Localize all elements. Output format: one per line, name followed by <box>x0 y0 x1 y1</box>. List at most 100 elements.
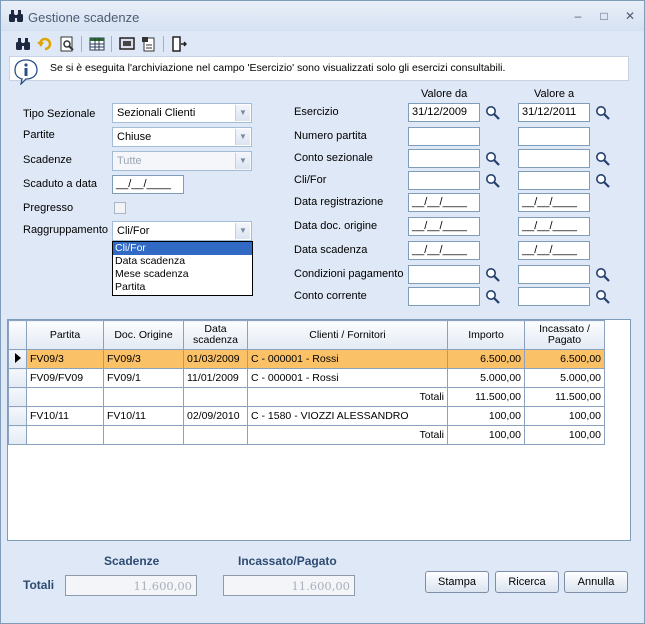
dropdown-option-data-scadenza[interactable]: Data scadenza <box>113 255 252 268</box>
range-label: Cli/For <box>294 174 327 186</box>
totali-row-label: Totali <box>247 387 448 407</box>
table-header-row: Partita Doc. Origine Data scadenza Clien… <box>8 320 605 350</box>
search-icon[interactable] <box>485 105 501 121</box>
search-icon[interactable] <box>595 267 611 283</box>
range-a-field[interactable] <box>518 265 590 284</box>
search-icon[interactable] <box>595 289 611 305</box>
column-header-doc-origine[interactable]: Doc. Origine <box>103 320 184 350</box>
search-icon[interactable] <box>485 151 501 167</box>
range-label: Data scadenza <box>294 244 368 256</box>
scadenze-grid: Partita Doc. Origine Data scadenza Clien… <box>7 319 631 541</box>
range-da-field[interactable] <box>408 171 480 190</box>
exit-button[interactable] <box>169 35 188 54</box>
column-header-data-scadenza[interactable]: Data scadenza <box>183 320 248 350</box>
raggruppamento-combo[interactable]: Cli/For ▼ <box>112 221 252 241</box>
table-icon <box>89 37 104 51</box>
partite-combo[interactable]: Chiuse ▼ <box>112 127 252 147</box>
table-row[interactable]: FV09/3 FV09/3 01/03/2009 C - 000001 - Rossi… <box>8 349 605 369</box>
dropdown-option-mese-scadenza[interactable]: Mese scadenza <box>113 268 252 281</box>
tipo-sezionale-combo[interactable]: Sezionali Clienti ▼ <box>112 103 252 123</box>
dropdown-option-partita[interactable]: Partita <box>113 281 252 294</box>
search-icon[interactable] <box>595 105 611 121</box>
range-a-field[interactable] <box>518 171 590 190</box>
range-a-field[interactable]: __/__/____ <box>518 241 590 260</box>
table-cell: FV10/11 <box>26 406 104 426</box>
totali-label: Totali <box>23 578 55 592</box>
dropdown-option-cli-for[interactable]: Cli/For <box>113 242 252 255</box>
table-cell: 100,00 <box>447 406 525 426</box>
title-bar: Gestione scadenze – □ ✕ <box>1 1 644 31</box>
chevron-down-icon[interactable]: ▼ <box>235 129 250 145</box>
ricerca-button[interactable]: Ricerca <box>495 571 559 593</box>
scadenze-total-field: 11.600,00 <box>65 575 197 596</box>
column-header-incassato-pagato[interactable]: Incassato / Pagato <box>524 320 605 350</box>
close-button[interactable]: ✕ <box>621 9 639 23</box>
table-total-row[interactable]: Totali 11.500,00 11.500,00 <box>8 387 605 407</box>
search-icon[interactable] <box>485 173 501 189</box>
range-da-field[interactable] <box>408 265 480 284</box>
range-da-field[interactable] <box>408 287 480 306</box>
undo-icon <box>36 37 51 51</box>
stampa-button[interactable]: Stampa <box>425 571 489 593</box>
search-icon[interactable] <box>595 173 611 189</box>
row-indicator[interactable] <box>8 387 27 407</box>
range-da-field[interactable]: 31/12/2009 <box>408 103 480 122</box>
table-cell: 6.500,00 <box>524 349 605 369</box>
table-total-row[interactable]: Totali 100,00 100,00 <box>8 425 605 445</box>
range-da-field[interactable]: __/__/____ <box>408 241 480 260</box>
range-label: Data registrazione <box>294 196 384 208</box>
range-a-field[interactable] <box>518 127 590 146</box>
table-row[interactable]: FV10/11 FV10/11 02/09/2010 C - 1580 - VIOZZ… <box>8 406 605 426</box>
range-label: Conto corrente <box>294 290 367 302</box>
range-label: Data doc. origine <box>294 220 378 232</box>
table-cell: FV09/1 <box>103 368 184 388</box>
range-label: Conto sezionale <box>294 152 373 164</box>
table-cell: C - 000001 - Rossi <box>247 368 448 388</box>
row-indicator[interactable] <box>8 425 27 445</box>
range-a-field[interactable]: 31/12/2011 <box>518 103 590 122</box>
pregresso-checkbox[interactable] <box>114 202 126 214</box>
row-indicator[interactable] <box>8 368 27 388</box>
range-a-field[interactable] <box>518 149 590 168</box>
range-da-field[interactable] <box>408 149 480 168</box>
total-pagato-cell: 11.500,00 <box>524 387 605 407</box>
maximize-button[interactable]: □ <box>595 9 613 23</box>
row-indicator[interactable] <box>8 406 27 426</box>
valore-a-header: Valore a <box>534 88 575 100</box>
info-message: Se si è eseguita l'archiviazione nel cam… <box>50 62 506 74</box>
row-pointer-icon[interactable] <box>8 349 27 369</box>
pagato-total-field: 11.600,00 <box>223 575 355 596</box>
table-cell <box>183 387 248 407</box>
print-preview-icon <box>60 36 74 52</box>
table-cell: FV09/3 <box>26 349 104 369</box>
column-header-clienti-fornitori[interactable]: Clienti / Fornitori <box>247 320 448 350</box>
range-a-field[interactable]: __/__/____ <box>518 217 590 236</box>
search-icon[interactable] <box>485 267 501 283</box>
scadenze-total-header: Scadenze <box>104 554 160 568</box>
scaduto-a-data-field[interactable]: __/__/____ <box>112 175 184 194</box>
chevron-down-icon[interactable]: ▼ <box>235 105 250 121</box>
screen-button[interactable] <box>117 35 136 54</box>
export-button[interactable] <box>139 35 158 54</box>
column-header-importo[interactable]: Importo <box>447 320 525 350</box>
table-cell: 02/09/2010 <box>183 406 248 426</box>
range-a-field[interactable] <box>518 287 590 306</box>
range-da-field[interactable]: __/__/____ <box>408 193 480 212</box>
minimize-button[interactable]: – <box>569 9 587 23</box>
preview-button[interactable] <box>57 35 76 54</box>
search-icon[interactable] <box>485 289 501 305</box>
annulla-button[interactable]: Annulla <box>564 571 628 593</box>
search-button[interactable] <box>13 35 32 54</box>
grid-button[interactable] <box>87 35 106 54</box>
table-cell: 11/01/2009 <box>183 368 248 388</box>
chevron-down-icon[interactable]: ▼ <box>235 223 250 239</box>
table-row[interactable]: FV09/FV09 FV09/1 11/01/2009 C - 000001 - Ro… <box>8 368 605 388</box>
pagato-total-header: Incassato/Pagato <box>238 554 337 568</box>
column-header-partita[interactable]: Partita <box>26 320 104 350</box>
range-da-field[interactable] <box>408 127 480 146</box>
search-icon[interactable] <box>595 151 611 167</box>
range-da-field[interactable]: __/__/____ <box>408 217 480 236</box>
range-a-field[interactable]: __/__/____ <box>518 193 590 212</box>
raggruppamento-label: Raggruppamento <box>23 224 109 236</box>
undo-button[interactable] <box>35 35 54 54</box>
